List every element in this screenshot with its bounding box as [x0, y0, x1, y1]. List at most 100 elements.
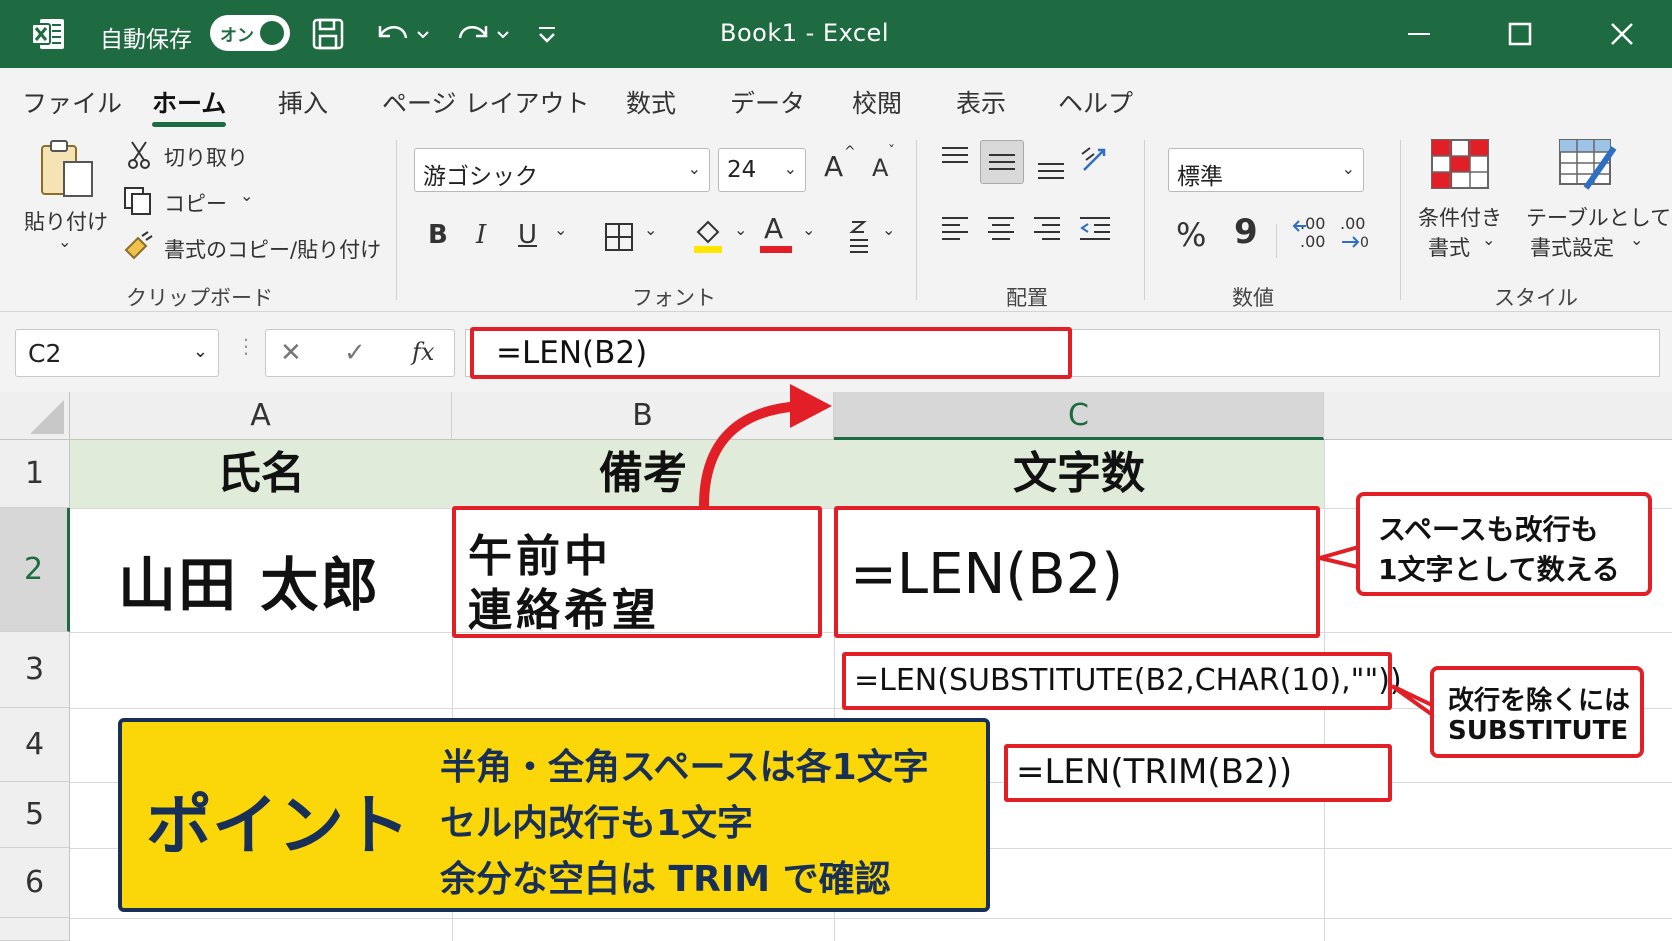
format-as-table-label-1[interactable]: テーブルとして	[1526, 202, 1671, 232]
close-icon[interactable]	[1600, 12, 1644, 56]
underline-button[interactable]: U	[518, 220, 537, 250]
font-name-dropdown[interactable]: 游ゴシック ⌄	[414, 148, 710, 192]
cell-a2[interactable]: 山田 太郎	[118, 538, 380, 622]
minimize-icon[interactable]	[1398, 12, 1442, 56]
font-color-swatch	[760, 246, 792, 253]
tab-view[interactable]: 表示	[956, 84, 1006, 120]
row-header-7[interactable]	[0, 918, 70, 941]
increase-decimal-button[interactable]: .00	[1300, 214, 1325, 233]
decrease-decimal-arrow-icon: 0	[1342, 235, 1369, 251]
name-box-value: C2	[28, 339, 62, 368]
name-box[interactable]: C2 ⌄	[15, 329, 219, 377]
italic-button[interactable]: I	[476, 220, 486, 250]
customize-icon[interactable]	[534, 14, 560, 54]
comma-style-button[interactable]: 9	[1234, 212, 1258, 252]
title-bar: 自動保存 オン Book1 - Excel	[0, 0, 1672, 68]
point-line2: セル内改行も1文字	[440, 803, 754, 844]
active-tab-indicator	[152, 122, 226, 127]
callout-remove-line2: SUBSTITUTE	[1448, 716, 1629, 746]
cancel-formula-button[interactable]: ✕	[280, 338, 302, 368]
tab-home[interactable]: ホーム	[152, 84, 226, 120]
select-all-button[interactable]	[0, 392, 70, 440]
ribbon-separator	[1144, 140, 1145, 300]
insert-function-button[interactable]: fx	[412, 338, 434, 366]
formula-input-highlight[interactable]: =LEN(B2)	[470, 327, 1072, 379]
align-bottom-icon[interactable]	[1034, 152, 1068, 182]
copy-icon[interactable]	[122, 186, 154, 216]
row-header-2[interactable]: 2	[0, 508, 70, 632]
phonetic-dropdown-icon[interactable]: ⌄	[882, 220, 895, 239]
undo-icon[interactable]	[372, 14, 434, 54]
tab-review[interactable]: 校閲	[852, 84, 902, 120]
underline-dropdown-icon[interactable]: ⌄	[554, 220, 567, 239]
format-as-table-icon[interactable]	[1558, 138, 1620, 192]
decrease-decimal-button[interactable]: .00	[1340, 214, 1365, 233]
toggle-knob	[260, 21, 284, 45]
format-painter-icon[interactable]	[122, 230, 154, 262]
cell-a1[interactable]: 氏名	[70, 440, 452, 508]
orientation-icon[interactable]	[1078, 144, 1114, 178]
copy-label[interactable]: コピー	[164, 188, 227, 218]
fill-color-icon[interactable]	[690, 214, 726, 256]
redo-icon[interactable]	[452, 14, 514, 54]
row-header-4[interactable]: 4	[0, 708, 70, 782]
percent-style-button[interactable]: %	[1176, 216, 1206, 254]
align-middle-button[interactable]	[980, 140, 1024, 184]
cut-icon[interactable]	[126, 140, 152, 170]
tab-formulas[interactable]: 数式	[626, 84, 676, 120]
column-header-d[interactable]	[1324, 392, 1672, 440]
font-color-button[interactable]: A	[764, 212, 783, 245]
shrink-font-icon[interactable]: A	[872, 154, 888, 182]
fill-color-dropdown-icon[interactable]: ⌄	[734, 220, 747, 239]
increase-decimal-zeros: .00	[1300, 232, 1326, 251]
row-header-3[interactable]: 3	[0, 632, 70, 708]
column-header-c[interactable]: C	[834, 392, 1324, 440]
borders-dropdown-icon[interactable]: ⌄	[644, 220, 657, 239]
cell-c1[interactable]: 文字数	[834, 440, 1324, 508]
row-header-1[interactable]: 1	[0, 440, 70, 508]
borders-icon[interactable]	[602, 220, 636, 254]
format-as-table-dropdown-icon[interactable]: ⌄	[1630, 230, 1643, 249]
format-as-table-label-2[interactable]: 書式設定	[1530, 232, 1614, 262]
conditional-format-label-1[interactable]: 条件付き	[1418, 202, 1502, 232]
tab-page-layout[interactable]: ページ レイアウト	[382, 84, 589, 120]
grow-font-icon[interactable]: A	[824, 150, 843, 183]
font-size-dropdown[interactable]: 24 ⌄	[718, 148, 806, 192]
save-icon[interactable]	[310, 14, 346, 54]
bold-button[interactable]: B	[428, 220, 448, 250]
conditional-format-icon[interactable]	[1430, 138, 1490, 190]
align-center-icon[interactable]	[984, 212, 1018, 246]
autosave-label: 自動保存	[100, 27, 192, 53]
indent-icon[interactable]	[1076, 212, 1114, 246]
phonetic-icon[interactable]	[846, 218, 872, 256]
font-color-dropdown-icon[interactable]: ⌄	[802, 220, 815, 239]
svg-text:0: 0	[1360, 235, 1369, 251]
conditional-format-dropdown-icon[interactable]: ⌄	[1482, 230, 1495, 249]
format-painter-label[interactable]: 書式のコピー/貼り付け	[164, 234, 381, 264]
ribbon-home: 貼り付け ⌄ 切り取り コピー ⌄ 書式のコピー/貼り付け クリップボード 游ゴ…	[0, 130, 1672, 312]
copy-dropdown-icon[interactable]: ⌄	[240, 186, 253, 205]
cut-label[interactable]: 切り取り	[164, 142, 248, 172]
row-header-5[interactable]: 5	[0, 782, 70, 848]
formula-bar-grip-icon[interactable]: ⋮	[236, 334, 256, 358]
align-top-icon[interactable]	[938, 144, 972, 174]
row-header-6[interactable]: 6	[0, 848, 70, 918]
column-header-a[interactable]: A	[70, 392, 452, 440]
conditional-format-label-2[interactable]: 書式	[1428, 232, 1470, 262]
tab-data[interactable]: データ	[730, 84, 805, 120]
ribbon-tabs: ファイル ホーム 挿入 ページ レイアウト 数式 データ 校閲 表示 ヘルプ	[0, 68, 1672, 130]
autosave-toggle[interactable]: オン	[210, 15, 290, 51]
align-left-icon[interactable]	[938, 212, 972, 246]
align-right-icon[interactable]	[1030, 212, 1064, 246]
maximize-icon[interactable]	[1498, 12, 1542, 56]
align-middle-icon	[989, 154, 1015, 170]
enter-formula-button[interactable]: ✓	[344, 338, 366, 368]
tab-file[interactable]: ファイル	[22, 84, 122, 120]
tab-help[interactable]: ヘルプ	[1058, 84, 1133, 120]
paste-icon[interactable]	[38, 138, 98, 200]
tab-insert[interactable]: 挿入	[278, 84, 328, 120]
curved-arrow-icon	[699, 384, 832, 507]
callout-remove-line1: 改行を除くには	[1448, 686, 1631, 716]
paste-dropdown-icon[interactable]: ⌄	[58, 232, 71, 251]
number-format-dropdown[interactable]: 標準 ⌄	[1168, 148, 1364, 192]
